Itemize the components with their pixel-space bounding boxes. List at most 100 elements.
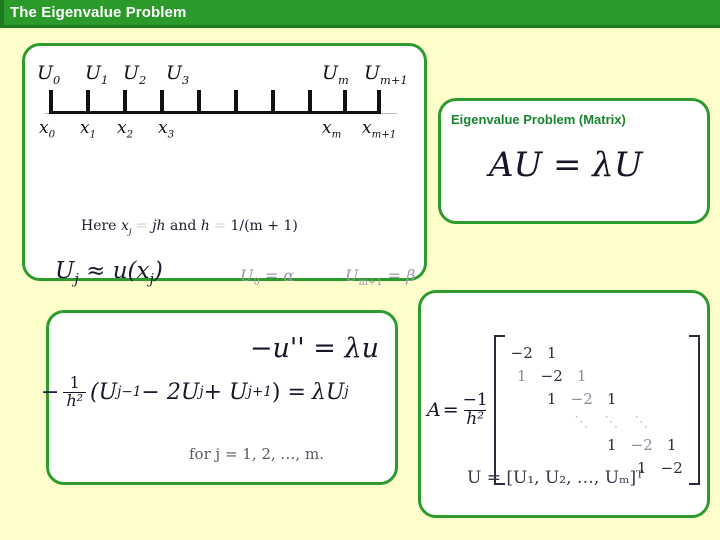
u0-symbol: U (240, 266, 254, 285)
matrix-cell-2-5 (657, 387, 687, 410)
matrix-eigenvalue-heading: Eigenvalue Problem (Matrix) (451, 112, 626, 127)
boundary-condition-left: U0 = α (240, 266, 294, 288)
grid-tick-m (343, 90, 347, 114)
ode-eigenvalue-equation: −u'' = λu (249, 333, 379, 364)
fd-subscript-jplus1: j+1 (247, 384, 272, 401)
grid-tick-m-plus-1 (377, 90, 381, 114)
matrix-cell-4-0 (507, 433, 537, 456)
x-label-1: x1 (80, 118, 97, 141)
u-label-m: Um (322, 62, 349, 87)
solution-vector-definition: U = [U₁, U₂, …, Uₘ]ᵀ (467, 468, 644, 488)
matrix-cell-0-4 (627, 341, 657, 364)
here-equals-2: = (214, 218, 226, 234)
slide-title-bar: The Eigenvalue Problem (0, 0, 720, 28)
fd-fraction: 1 h² (63, 373, 86, 409)
matrix-cell-0-5 (657, 341, 687, 364)
here-jh: jh (152, 218, 166, 234)
u0-equals: = (264, 266, 279, 285)
fd-rhs-lambda-u: λU (311, 379, 345, 405)
here-and: and (170, 218, 197, 234)
matrix-cell-3-4: ⋱ (634, 413, 650, 430)
matrix-cell-4-2 (567, 433, 597, 456)
matrix-cell-2-0 (507, 387, 537, 410)
index-range-note: for j = 1, 2, …, m. (189, 445, 324, 463)
approx-relation: ≈ (86, 258, 106, 284)
finite-difference-equation: − 1 h² (U j−1 − 2U j + Uj+1) = λU j (41, 373, 349, 409)
here-x-subscript: j (128, 226, 132, 237)
matrix-cell-3-2: ⋱ (574, 413, 590, 430)
matrix-cell-0-0: −2 (510, 343, 533, 362)
matrix-cell-4-4: −2 (630, 435, 653, 454)
u-label-3: U3 (166, 62, 190, 87)
grid-tick-7 (308, 90, 312, 114)
matrix-cell-0-1: 1 (546, 343, 557, 362)
matrix-cell-3-1 (537, 410, 567, 433)
matrix-cell-1-1: −2 (540, 366, 563, 385)
matrix-cell-5-5: −2 (660, 458, 683, 477)
matrix-cell-4-5: 1 (666, 435, 677, 454)
here-x-symbol: x (120, 218, 129, 234)
approx-rhs: u(x (112, 258, 150, 284)
x-label-0: x0 (39, 118, 56, 141)
approx-rhs-close: ) (153, 258, 163, 284)
matrix-cell-1-0: 1 (516, 366, 527, 385)
grid-panel: U0 U1 U2 U3 Um Um+1 x0 x1 x2 x3 xm xm+1 … (22, 43, 427, 288)
um1-symbol: U (345, 266, 359, 285)
matrix-definition-equation: A = −1 h² −2 1 1 −2 1 1 −2 1 ⋱ ⋱ ⋱ 1 −2 1 1 −2 (427, 335, 700, 485)
matrix-scalar-denominator: h² (464, 408, 487, 429)
matrix-right-bracket (688, 335, 700, 485)
boundary-condition-right: Um+1 = β (345, 266, 415, 288)
grid-tick-6 (271, 90, 275, 114)
u0-subscript: 0 (253, 277, 260, 289)
matrix-cell-1-4 (627, 364, 657, 387)
grid-tick-0 (49, 90, 53, 114)
u-label-m-plus-1: Um+1 (364, 62, 408, 87)
here-h: h (200, 218, 210, 234)
matrix-scalar-factor: −1 h² (461, 389, 490, 429)
x-label-m: xm (322, 118, 342, 141)
fd-rhs-subscript: j (344, 384, 349, 401)
matrix-eigenvalue-panel: Eigenvalue Problem (Matrix) AU = λU (438, 98, 710, 224)
matrix-cell-2-4 (627, 387, 657, 410)
difference-equation-panel: −u'' = λu − 1 h² (U j−1 − 2U j + Uj+1) = λ… (41, 310, 398, 485)
matrix-equals-sign: = (442, 399, 459, 421)
matrix-definition-panel: A = −1 h² −2 1 1 −2 1 1 −2 1 ⋱ ⋱ ⋱ 1 −2 1 1 −2 U = [U₁,… (418, 290, 710, 518)
here-h-value: 1/(m + 1) (230, 218, 298, 234)
fd-subscript-jminus1: j−1 (117, 384, 142, 401)
fd-fraction-numerator: 1 (69, 373, 80, 392)
matrix-cell-2-2: −2 (570, 389, 593, 408)
matrix-cell-4-3: 1 (606, 435, 617, 454)
matrix-cell-1-5 (657, 364, 687, 387)
u0-value-alpha: α (283, 266, 295, 285)
matrix-eigenvalue-formula: AU = λU (489, 145, 643, 185)
matrix-left-bracket (493, 335, 505, 485)
here-word: Here (81, 218, 117, 234)
x-label-m-plus-1: xm+1 (362, 118, 397, 141)
fd-close-equals: ) = (271, 379, 306, 405)
um1-equals: = (387, 266, 401, 285)
u-label-0: U0 (37, 62, 61, 87)
approx-lhs: U (55, 258, 75, 284)
matrix-cell-4-1 (537, 433, 567, 456)
matrix-cell-2-1: 1 (546, 389, 557, 408)
title-bar-left-edge (0, 0, 4, 28)
here-equals-1: = (136, 218, 148, 234)
matrix-symbol-a: A (427, 399, 441, 421)
fd-plus-u: + U (203, 379, 248, 405)
matrix-cell-0-2 (567, 341, 597, 364)
grid-definition-line: Here xj = jh and h = 1/(m + 1) (81, 218, 298, 237)
um1-subscript: m+1 (358, 277, 383, 289)
x-label-2: x2 (117, 118, 134, 141)
grid-tick-5 (234, 90, 238, 114)
u-label-1: U1 (85, 62, 109, 87)
matrix-scalar-numerator: −1 (462, 389, 488, 410)
matrix-cell-1-3 (597, 364, 627, 387)
matrix-cell-0-3 (597, 341, 627, 364)
u-label-2: U2 (123, 62, 147, 87)
matrix-cell-3-5 (657, 410, 687, 433)
page-title: The Eigenvalue Problem (10, 4, 187, 21)
grid-tick-2 (123, 90, 127, 114)
title-bar-bottom-edge (0, 25, 720, 28)
grid-tick-1 (86, 90, 90, 114)
matrix-cell-2-3: 1 (606, 389, 617, 408)
